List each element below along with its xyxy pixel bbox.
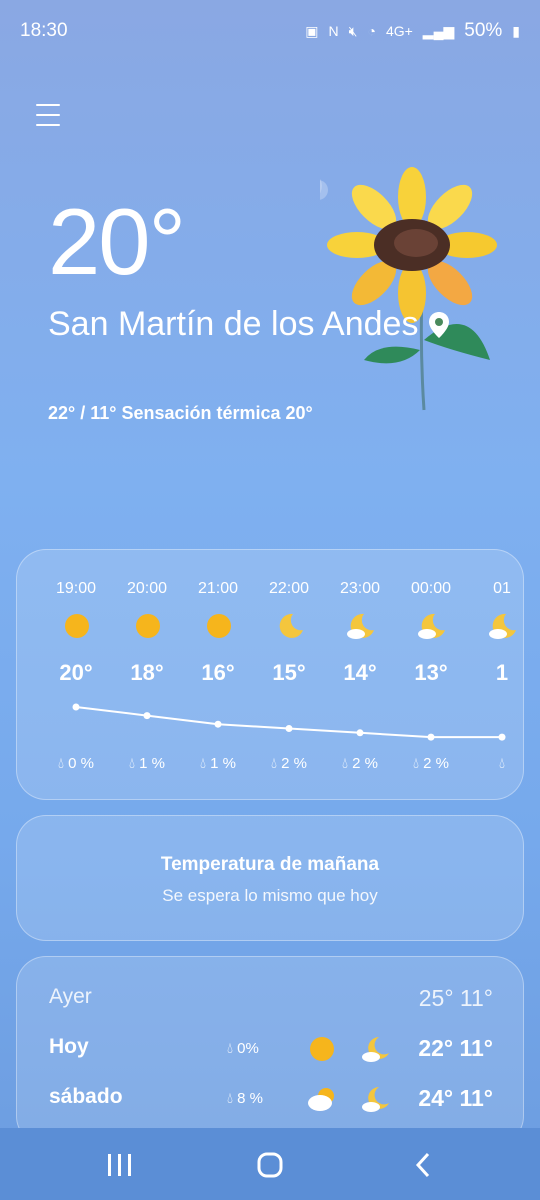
day-temps: 24° 11° <box>418 1085 493 1111</box>
hour-temp: 1 <box>495 660 509 685</box>
precip-value: 1 % <box>139 755 166 772</box>
hour-temp: 13° <box>414 660 448 685</box>
precip-value: 0 % <box>68 755 95 772</box>
trend-point <box>214 720 222 728</box>
hour-time: 20:00 <box>126 580 168 597</box>
precip-value: 1 % <box>210 755 237 772</box>
location[interactable]: San Martín de los Andes <box>48 305 450 344</box>
hour-precip: 💧︎ 0 % <box>57 755 95 772</box>
menu-line <box>36 104 60 106</box>
trend-point <box>498 733 506 741</box>
hour-time: 22:00 <box>268 580 310 597</box>
precip-chance: 💧︎ 8 % <box>227 1090 264 1107</box>
moon-cloud-icon <box>347 613 374 639</box>
hour-time: 23:00 <box>339 580 381 597</box>
daily-row-saturday[interactable]: sábado 💧︎ 8 % 24° 11° <box>17 1085 523 1125</box>
battery-saver-icon: ▣ <box>305 22 319 39</box>
hour-precip: 💧︎ <box>498 755 505 772</box>
home-icon <box>257 1152 283 1178</box>
moon-cloud-icon <box>489 613 516 639</box>
battery-level: 50% <box>464 20 503 41</box>
hour-time: 01 <box>493 580 511 597</box>
day-name: Hoy <box>49 1035 89 1058</box>
hour-temp: 16° <box>201 660 235 685</box>
hour-precip: 💧︎ 2 % <box>270 755 308 772</box>
location-pin-icon <box>429 311 450 338</box>
status-time: 18:30 <box>20 20 68 41</box>
trend-point <box>427 733 435 741</box>
daily-row-today[interactable]: Hoy 💧︎ 0% 22° 11° <box>17 1035 523 1075</box>
current-temperature: 20° <box>48 189 186 294</box>
tomorrow-title: Temperatura de mañana <box>160 854 380 875</box>
tomorrow-card[interactable]: Temperatura de mañana Se espera lo mismo… <box>16 815 524 941</box>
network-type: 4G+ <box>385 23 413 39</box>
day-name: sábado <box>49 1085 123 1108</box>
hourly-forecast-card[interactable]: 19:00 20° 💧︎ 0 % 20:00 18° 💧︎ 1 % 21:00 16° 💧︎ 1… <box>16 549 524 800</box>
home-button[interactable] <box>250 1150 290 1180</box>
wifi-icon: ◔ <box>367 23 376 39</box>
hour-precip: 💧︎ 1 % <box>128 755 166 772</box>
hour-time: 00:00 <box>410 580 452 597</box>
hour-temp: 15° <box>272 660 306 685</box>
status-bar: 18:30 ▣ N 🔇︎ ◔ 4G+ ▂▄▆ 50% ▮ <box>0 0 540 60</box>
trend-line <box>75 706 502 739</box>
temperature-range: 22° / 11° Sensación térmica 20° <box>48 403 313 423</box>
moon-cloud-icon <box>362 1037 389 1062</box>
trend-point <box>72 703 80 711</box>
signal-icon: ▂▄▆ <box>422 22 455 39</box>
hour-precip: 💧︎ 2 % <box>341 755 379 772</box>
trend-point <box>143 712 151 720</box>
recent-apps-button[interactable] <box>100 1150 140 1180</box>
battery-icon: ▮ <box>512 22 520 39</box>
hour-time: 21:00 <box>197 580 239 597</box>
menu-line <box>36 114 60 116</box>
sun-icon <box>207 614 231 638</box>
precip-value: 2 % <box>352 755 379 772</box>
day-name: Ayer <box>49 985 92 1008</box>
moon-cloud-icon <box>362 1087 389 1112</box>
sun-icon <box>310 1037 334 1061</box>
trend-point <box>285 725 293 732</box>
hour-temp: 20° <box>59 660 93 685</box>
menu-line <box>36 124 60 126</box>
sun-icon <box>136 614 160 638</box>
mute-icon: 🔇︎ <box>348 22 358 39</box>
precip-value: 0% <box>237 1040 259 1057</box>
daily-forecast-card[interactable]: Ayer 25° 11° Hoy 💧︎ 0% 22° 11° sábado 💧︎… <box>16 956 524 1146</box>
hour-precip: 💧︎ 2 % <box>412 755 450 772</box>
back-button[interactable] <box>404 1150 444 1180</box>
precip-value: 2 % <box>281 755 308 772</box>
city-name: San Martín de los Andes <box>48 305 419 343</box>
hour-time: 19:00 <box>55 580 97 597</box>
hour-temp: 14° <box>343 660 377 685</box>
moon-icon <box>279 613 303 638</box>
precip-chance: 💧︎ 0% <box>227 1040 259 1057</box>
nfc-icon: N <box>328 23 339 39</box>
hour-temp: 18° <box>130 660 164 685</box>
trend-point <box>356 729 364 737</box>
back-icon <box>415 1152 430 1178</box>
sun-icon <box>65 614 89 638</box>
hour-precip: 💧︎ 1 % <box>199 755 237 772</box>
partly-cloudy-icon <box>308 1088 334 1111</box>
sunflower-illustration <box>320 167 497 411</box>
menu-button[interactable] <box>36 104 60 126</box>
precip-value: 2 % <box>423 755 450 772</box>
day-temps: 22° 11° <box>418 1035 493 1061</box>
day-temps: 25° 11° <box>418 985 493 1011</box>
daily-row-yesterday: Ayer 25° 11° <box>17 985 523 1025</box>
tomorrow-subtitle: Se espera lo mismo que hoy <box>162 886 378 905</box>
precip-value: 8 % <box>237 1090 264 1107</box>
status-icons: ▣ N 🔇︎ ◔ 4G+ ▂▄▆ 50% ▮ <box>305 20 520 42</box>
moon-cloud-icon <box>418 613 445 639</box>
temperature-trend-line <box>72 703 506 741</box>
navigation-bar <box>0 1128 540 1200</box>
recent-apps-icon <box>108 1154 131 1176</box>
